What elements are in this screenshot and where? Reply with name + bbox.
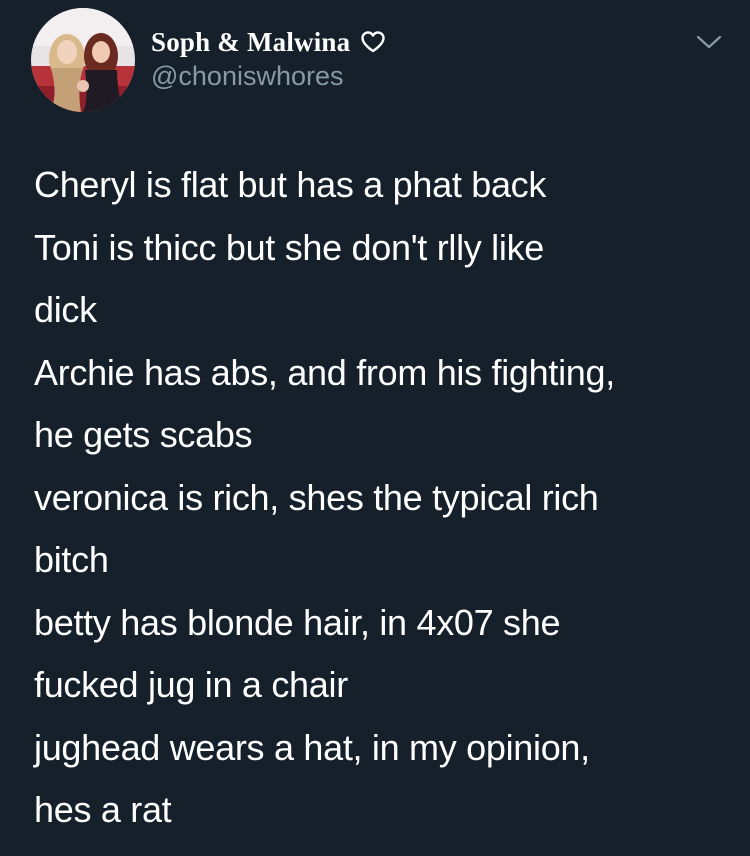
tweet: Soph & Malwina @choniswhores Cheryl is f…: [0, 0, 750, 856]
author-name-row[interactable]: Soph & Malwina: [151, 24, 386, 60]
avatar-image: [31, 8, 135, 112]
display-name[interactable]: Soph & Malwina: [151, 27, 350, 58]
tweet-line: bitch: [34, 539, 109, 580]
chevron-down-icon[interactable]: [694, 30, 724, 54]
tweet-line: dick: [34, 289, 97, 330]
tweet-line: Archie has abs, and from his fighting,: [34, 351, 615, 393]
tweet-line: betty has blonde hair, in 4x07 she: [34, 601, 561, 643]
avatar[interactable]: [31, 8, 135, 112]
author-handle[interactable]: @choniswhores: [151, 61, 344, 92]
heart-outline-icon: [361, 31, 386, 53]
tweet-line: jughead wears a hat, in my opinion,: [34, 726, 590, 768]
tweet-line: he gets scabs: [34, 414, 253, 455]
tweet-line: Toni is thicc but she don't rlly like: [34, 226, 545, 268]
tweet-text: Cheryl is flat but has a phat back Toni …: [34, 154, 734, 842]
tweet-line: fucked jug in a chair: [34, 664, 348, 705]
tweet-line: Cheryl is flat but has a phat back: [34, 164, 547, 205]
tweet-line: hes a rat: [34, 789, 172, 830]
tweet-line: veronica is rich, shes the typical rich: [34, 476, 599, 518]
